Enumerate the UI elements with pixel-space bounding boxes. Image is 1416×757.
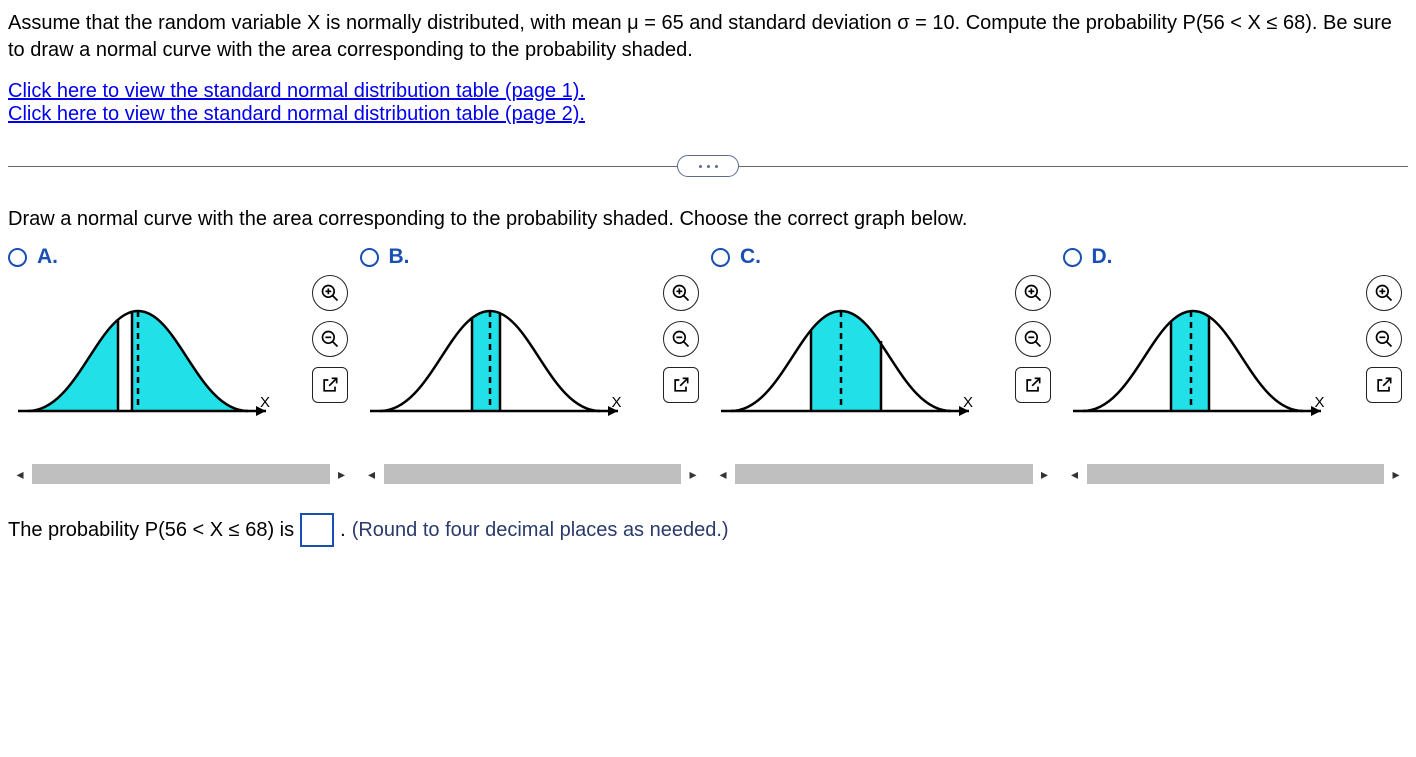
radio-c[interactable] bbox=[711, 248, 730, 267]
link-table-page2[interactable]: Click here to view the standard normal d… bbox=[8, 103, 585, 125]
scroll-right-icon[interactable]: ▸ bbox=[681, 461, 705, 487]
options-row: A. bbox=[8, 245, 1408, 487]
normal-curve-a bbox=[8, 291, 288, 431]
scroll-left-icon[interactable]: ◂ bbox=[8, 461, 32, 487]
option-d-label: D. bbox=[1092, 245, 1113, 269]
graph-a: X bbox=[8, 275, 354, 455]
option-a: A. bbox=[8, 245, 354, 487]
axis-label-b: X bbox=[612, 394, 622, 411]
normal-curve-c bbox=[711, 291, 991, 431]
expand-toggle[interactable] bbox=[677, 155, 739, 177]
zoom-in-icon[interactable] bbox=[312, 275, 348, 311]
scrollbar-d[interactable]: ◂ ▸ bbox=[1063, 461, 1409, 487]
section-divider bbox=[8, 154, 1408, 178]
graph-instruction: Draw a normal curve with the area corres… bbox=[8, 208, 1408, 231]
axis-label-a: X bbox=[260, 394, 270, 411]
popout-icon[interactable] bbox=[312, 367, 348, 403]
scroll-right-icon[interactable]: ▸ bbox=[1384, 461, 1408, 487]
normal-curve-b bbox=[360, 291, 640, 431]
zoom-out-icon[interactable] bbox=[1015, 321, 1051, 357]
zoom-in-icon[interactable] bbox=[663, 275, 699, 311]
graph-b: X bbox=[360, 275, 706, 455]
answer-suffix: . bbox=[340, 519, 346, 542]
graph-d: X bbox=[1063, 275, 1409, 455]
popout-icon[interactable] bbox=[663, 367, 699, 403]
scrollbar-a[interactable]: ◂ ▸ bbox=[8, 461, 354, 487]
scroll-left-icon[interactable]: ◂ bbox=[1063, 461, 1087, 487]
popout-icon[interactable] bbox=[1366, 367, 1402, 403]
zoom-out-icon[interactable] bbox=[663, 321, 699, 357]
scroll-right-icon[interactable]: ▸ bbox=[330, 461, 354, 487]
scroll-track[interactable] bbox=[384, 464, 682, 484]
scroll-right-icon[interactable]: ▸ bbox=[1033, 461, 1057, 487]
question-text: Assume that the random variable X is nor… bbox=[8, 10, 1408, 64]
scrollbar-b[interactable]: ◂ ▸ bbox=[360, 461, 706, 487]
radio-d[interactable] bbox=[1063, 248, 1082, 267]
link-table-page1[interactable]: Click here to view the standard normal d… bbox=[8, 80, 585, 102]
option-d: D. bbox=[1063, 245, 1409, 487]
zoom-out-icon[interactable] bbox=[312, 321, 348, 357]
scroll-left-icon[interactable]: ◂ bbox=[360, 461, 384, 487]
zoom-in-icon[interactable] bbox=[1366, 275, 1402, 311]
scroll-left-icon[interactable]: ◂ bbox=[711, 461, 735, 487]
answer-line: The probability P(56 < X ≤ 68) is . (Rou… bbox=[8, 513, 1408, 547]
probability-input[interactable] bbox=[300, 513, 334, 547]
option-b-label: B. bbox=[389, 245, 410, 269]
popout-icon[interactable] bbox=[1015, 367, 1051, 403]
scroll-track[interactable] bbox=[1087, 464, 1385, 484]
radio-b[interactable] bbox=[360, 248, 379, 267]
radio-a[interactable] bbox=[8, 248, 27, 267]
axis-label-c: X bbox=[963, 394, 973, 411]
option-b: B. bbox=[360, 245, 706, 487]
zoom-in-icon[interactable] bbox=[1015, 275, 1051, 311]
option-c-label: C. bbox=[740, 245, 761, 269]
axis-label-d: X bbox=[1315, 394, 1325, 411]
scroll-track[interactable] bbox=[735, 464, 1033, 484]
answer-prefix: The probability P(56 < X ≤ 68) is bbox=[8, 519, 294, 542]
zoom-out-icon[interactable] bbox=[1366, 321, 1402, 357]
graph-c: X bbox=[711, 275, 1057, 455]
option-c: C. bbox=[711, 245, 1057, 487]
rounding-hint: (Round to four decimal places as needed.… bbox=[352, 519, 729, 542]
scroll-track[interactable] bbox=[32, 464, 330, 484]
scrollbar-c[interactable]: ◂ ▸ bbox=[711, 461, 1057, 487]
option-a-label: A. bbox=[37, 245, 58, 269]
normal-curve-d bbox=[1063, 291, 1343, 431]
